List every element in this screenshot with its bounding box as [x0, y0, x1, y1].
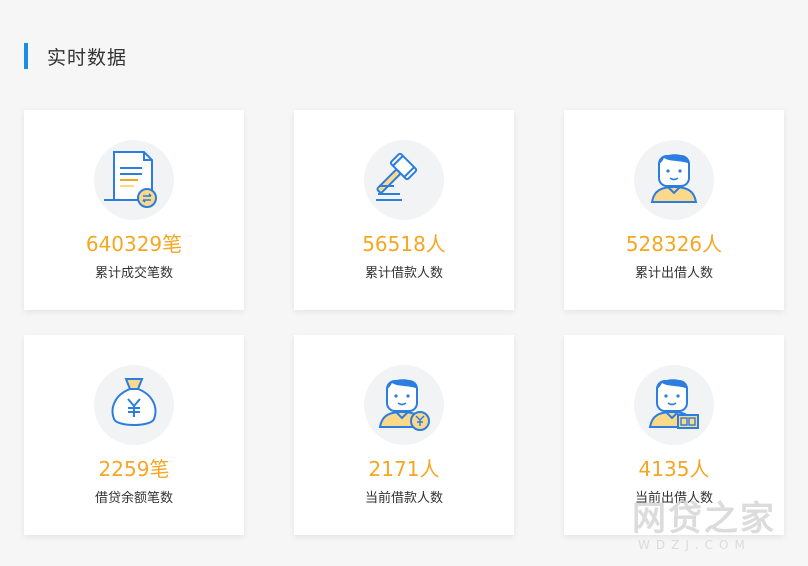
header-accent-bar [24, 43, 28, 69]
stat-value: 56518人 [362, 232, 446, 256]
stat-value: 2171人 [368, 457, 440, 481]
stat-card-outstanding-loans: 2259笔 借贷余额笔数 [24, 335, 244, 535]
person-icon [650, 154, 698, 203]
contract-document-icon [104, 151, 157, 208]
stat-value: 4135人 [638, 457, 710, 481]
watermark-text: 网贷之家 [632, 499, 776, 539]
person-with-coin-icon [378, 379, 430, 431]
stat-value: 528326人 [625, 232, 723, 256]
person-with-cash-icon [648, 379, 699, 429]
stat-label: 累计成交笔数 [94, 266, 173, 281]
section-header: 实时数据 [24, 43, 127, 69]
stat-value: 640329笔 [85, 232, 183, 256]
stat-label: 累计出借人数 [634, 266, 713, 281]
stat-card-total-transactions: 640329笔 累计成交笔数 [24, 110, 244, 310]
stat-card-total-borrowers: 56518人 累计借款人数 [294, 110, 514, 310]
stat-label: 当前借款人数 [364, 491, 443, 506]
watermark-domain: WDZJ.COM [638, 538, 751, 552]
section-title: 实时数据 [47, 46, 128, 69]
gavel-icon [376, 152, 418, 201]
stat-label: 累计借款人数 [364, 266, 443, 281]
stat-card-total-lenders: 528326人 累计出借人数 [564, 110, 784, 310]
money-bag-icon [111, 378, 157, 426]
stat-card-current-borrowers: 2171人 当前借款人数 [294, 335, 514, 535]
stat-label: 借贷余额笔数 [94, 491, 173, 506]
stat-value: 2259笔 [98, 457, 170, 481]
watermark-logo: 网贷之家 WDZJ.COM [632, 500, 802, 562]
